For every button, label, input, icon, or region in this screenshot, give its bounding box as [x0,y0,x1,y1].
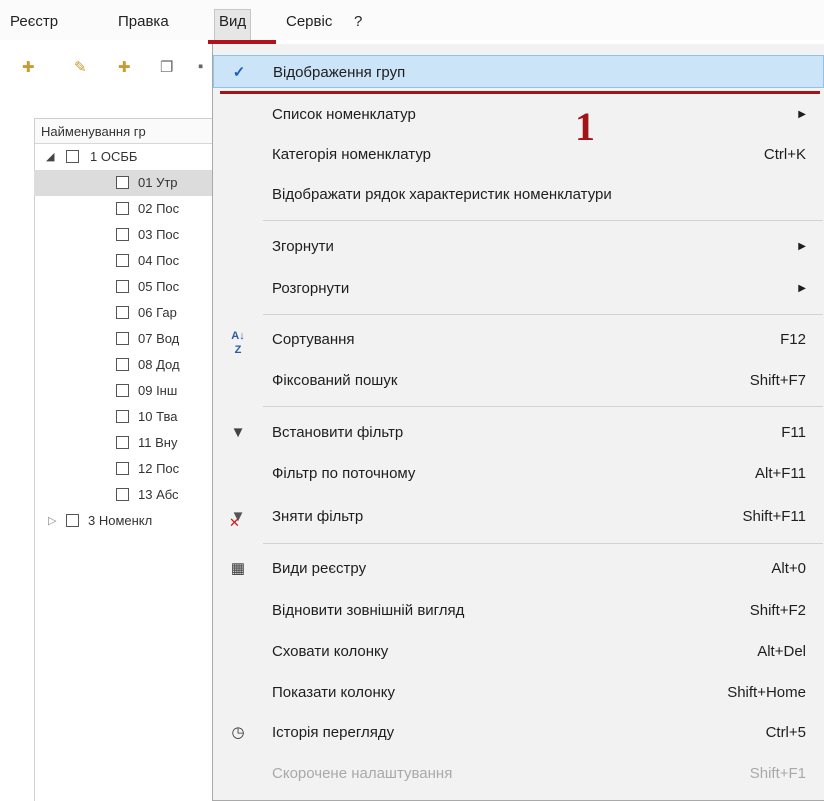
row-checkbox[interactable] [116,332,129,345]
menu-service[interactable]: Сервіс [286,10,332,34]
tree-row-label: 10 Тва [138,409,178,424]
tree-row-label: 08 Дод [138,357,180,372]
history-icon: ◷ [231,724,245,741]
menu-registry[interactable]: Реєстр [10,10,58,34]
copy-icon[interactable]: ❐ [160,58,173,76]
menu-item-registry-views[interactable]: ▦ Види реєстру Alt+0 [213,552,824,585]
tree-row-label: 13 Абс [138,487,179,502]
tree-row-label: 11 Вну [138,435,178,450]
tree-row-label: 02 Пос [138,201,180,216]
expand-arrow-icon[interactable]: ◢ [46,144,54,170]
menu-item-fixed-search[interactable]: Фіксований пошук Shift+F7 [213,364,824,397]
remove-filter-icon: ▼ ✕ [229,508,246,530]
menu-separator [263,314,823,315]
view-dropdown-menu: ✓ Відображення груп Список номенклатур ▶… [212,44,824,801]
tree-row-label: 1 ОСББ [90,149,138,164]
print-icon[interactable]: ▪ [198,58,203,75]
menu-item-nomenclature-category[interactable]: Категорія номенклатур Ctrl+K [213,138,824,171]
submenu-arrow-icon: ▶ [798,283,806,294]
menu-item-view-history[interactable]: ◷ Історія перегляду Ctrl+5 [213,716,824,749]
row-checkbox[interactable] [116,306,129,319]
menu-item-collapse[interactable]: Згорнути ▶ [213,230,824,263]
menu-item-restore-appearance[interactable]: Відновити зовнішній вигляд Shift+F2 [213,594,824,627]
menu-separator [263,543,823,544]
tree-row-selected[interactable]: 01 Утр [34,170,214,196]
menu-item-set-filter[interactable]: ▼ Встановити фільтр F11 [213,416,824,449]
row-checkbox[interactable] [116,254,129,267]
menu-item-short-settings: Скорочене налаштування Shift+F1 [272,765,806,782]
row-checkbox[interactable] [116,410,129,423]
menu-item-show-column[interactable]: Показати колонку Shift+Home [213,676,824,709]
row-checkbox[interactable] [116,384,129,397]
tree-row-label: 07 Вод [138,331,180,346]
tree-row-label: 3 Номенкл [88,513,153,528]
tree-row-group[interactable]: ◢ 1 ОСББ [46,144,214,170]
submenu-arrow-icon: ▶ [798,241,806,252]
tree-row-label: 09 Інш [138,383,178,398]
row-checbox[interactable] [116,202,129,215]
tree-panel: Найменування гр [34,118,215,801]
row-checkbox[interactable] [116,176,129,189]
row-checkbox[interactable] [116,462,129,475]
menu-item-hide-column[interactable]: Сховати колонку Alt+Del [213,635,824,668]
row-checkbox[interactable] [116,358,129,371]
add-item-icon[interactable]: ✚ [22,58,35,76]
checkmark-icon: ✓ [232,64,246,81]
row-checkbox[interactable] [116,436,129,449]
submenu-arrow-icon: ▶ [798,109,806,120]
collapse-arrow-icon[interactable]: ▷ [48,508,56,534]
table-icon: ▦ [230,560,246,577]
menu-view[interactable]: Вид [214,9,252,40]
menu-item-remove-filter[interactable]: ▼ ✕ Зняти фільтр Shift+F11 [213,500,824,533]
row-checkbox[interactable] [116,488,129,501]
tree-row-group[interactable]: ▷ 3 Номенкл [48,508,214,534]
menubar: Реєстр Правка Вид Сервіс ? [0,0,824,40]
filter-icon: ▼ [230,424,246,441]
annotation-number: 1 [575,104,595,149]
toolbar: ✚ ✎ ✚ ❐ ▪ [0,48,212,84]
add-copy-icon[interactable]: ✚ [118,58,131,76]
menu-item-expand[interactable]: Розгорнути ▶ [213,272,824,305]
sort-az-icon: A↓ Z [231,330,245,356]
tree-row-label: 05 Пос [138,279,180,294]
row-checkbox[interactable] [66,150,79,163]
menu-item-filter-by-current[interactable]: Фільтр по поточному Alt+F11 [213,457,824,490]
tree-row-label: 04 Пос [138,253,180,268]
tree-row-label: 06 Гар [138,305,177,320]
annotation-underline [220,91,820,94]
row-checkbox[interactable] [116,228,129,241]
menu-item-show-characteristics-row[interactable]: Відображати рядок характеристик номенкла… [213,178,824,211]
row-checkbox[interactable] [66,514,79,527]
menu-edit[interactable]: Правка [118,10,169,34]
menu-help[interactable]: ? [354,10,362,34]
tree-row-label: 03 Пос [138,227,180,242]
menu-separator [263,406,823,407]
tree-row-label: 01 Утр [138,175,178,190]
add-group-icon[interactable]: ✎ [74,58,87,76]
menu-item-sorting[interactable]: A↓ Z Сортування F12 [213,323,824,356]
tree-column-header[interactable]: Найменування гр [35,119,215,144]
row-checkbox[interactable] [116,280,129,293]
menu-separator [263,220,823,221]
menu-item-nomenclature-list[interactable]: Список номенклатур ▶ [213,98,824,131]
tree-row-label: 12 Пос [138,461,180,476]
menu-item-show-groups[interactable]: ✓ Відображення груп [213,55,824,88]
